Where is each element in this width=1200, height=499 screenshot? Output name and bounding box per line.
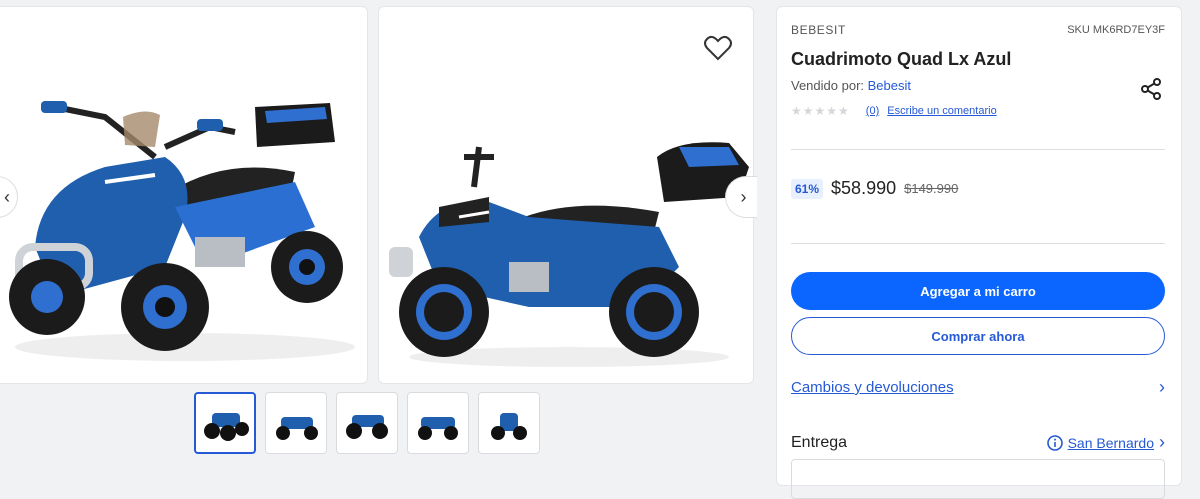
discount-badge: 61% — [791, 178, 824, 199]
returns-label: Cambios y devoluciones — [791, 379, 954, 396]
divider — [791, 243, 1165, 244]
chevron-right-icon: › — [740, 186, 747, 207]
chevron-right-icon: › — [1159, 432, 1165, 452]
chevron-left-icon: ‹ — [4, 186, 10, 207]
thumbnail[interactable] — [407, 392, 469, 454]
product-info-panel: BEBESIT SKU MK6RD7EY3F Cuadrimoto Quad L… — [776, 6, 1182, 499]
product-title: Cuadrimoto Quad Lx Azul — [791, 49, 1012, 69]
share-button[interactable] — [1139, 77, 1163, 101]
share-icon — [1141, 78, 1161, 100]
product-image-front[interactable] — [0, 6, 368, 384]
thumbnail[interactable] — [336, 392, 398, 454]
quad-illustration-front — [9, 101, 355, 361]
delivery-title: Entrega — [791, 433, 848, 451]
buy-now-button[interactable]: Comprar ahora — [791, 317, 1165, 355]
original-price: $149.990 — [904, 181, 959, 196]
delivery-option-box[interactable] — [791, 459, 1165, 499]
delivery-location-link[interactable]: San Bernardo › — [1046, 432, 1165, 453]
product-brand[interactable]: BEBESIT — [791, 23, 846, 37]
info-icon — [1046, 434, 1063, 451]
price-row: 61% $58.990 $149.990 — [791, 178, 958, 199]
chevron-right-icon: › — [1159, 377, 1165, 397]
thumbnail-image — [346, 415, 388, 439]
product-gallery: ‹ › — [0, 6, 757, 384]
seller-info: Vendido por: Bebesit — [791, 78, 911, 93]
thumbnail-strip — [194, 392, 540, 454]
heart-icon — [704, 35, 732, 61]
rating-stars: ★★★★★ — [791, 104, 850, 118]
thumbnail[interactable] — [478, 392, 540, 454]
current-price: $58.990 — [831, 178, 897, 198]
quad-illustration-side — [389, 142, 749, 367]
returns-link[interactable]: Cambios y devoluciones › — [791, 377, 1165, 398]
product-sku: SKU MK6RD7EY3F — [1067, 24, 1165, 36]
review-count-link[interactable]: (0) — [866, 105, 879, 117]
rating-row: ★★★★★ (0) Escribe un comentario — [791, 104, 997, 118]
thumbnail-image — [418, 417, 458, 440]
favorite-button[interactable] — [700, 30, 736, 66]
thumbnail[interactable] — [194, 392, 256, 454]
seller-link[interactable]: Bebesit — [868, 78, 911, 93]
thumbnail[interactable] — [265, 392, 327, 454]
delivery-row: Entrega San Bernardo › — [791, 432, 1165, 453]
product-image-side[interactable] — [378, 6, 754, 384]
add-to-cart-button[interactable]: Agregar a mi carro — [791, 272, 1165, 310]
sold-by-label: Vendido por: — [791, 78, 865, 93]
thumbnail-image — [204, 413, 249, 441]
thumbnail-image — [276, 417, 318, 440]
delivery-location: San Bernardo — [1067, 434, 1154, 451]
thumbnail-image — [491, 413, 527, 440]
divider — [791, 149, 1165, 150]
write-review-link[interactable]: Escribe un comentario — [887, 105, 996, 117]
